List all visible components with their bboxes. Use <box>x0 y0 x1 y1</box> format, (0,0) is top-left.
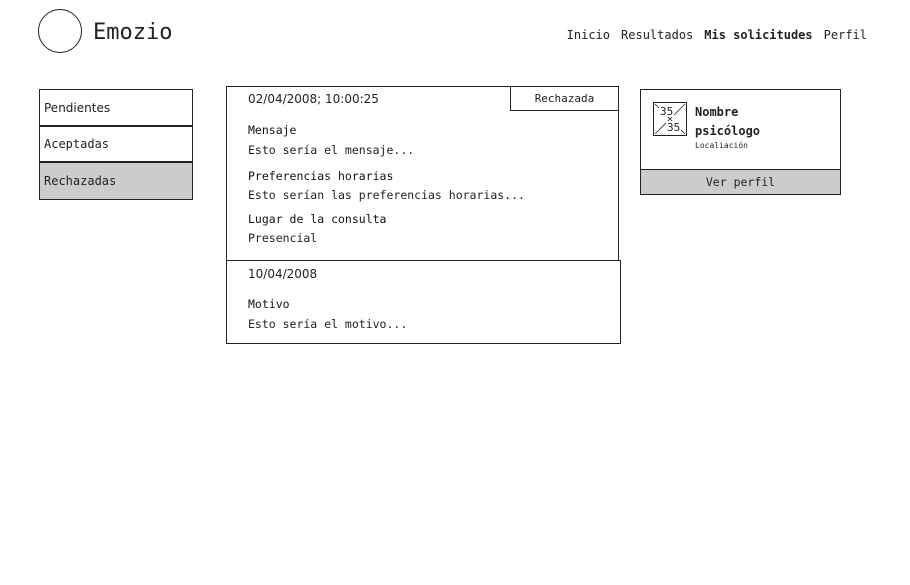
tab-aceptadas[interactable]: Aceptadas <box>39 126 193 162</box>
psychologist-location: Localiación <box>695 141 748 150</box>
tab-rechazadas[interactable]: Rechazadas <box>39 162 193 200</box>
response-date: 10/04/2008 <box>248 267 318 281</box>
psychologist-card: 35 35 Nombre psicólogo Localiación Ver p… <box>640 89 841 195</box>
brand-name[interactable]: Emozio <box>93 20 172 45</box>
name-line-2: psicólogo <box>695 124 761 138</box>
reason-label: Motivo <box>248 297 290 311</box>
preferences-label: Preferencias horarias <box>248 169 394 183</box>
top-navigation: Inicio Resultados Mis solicitudes Perfil <box>567 28 867 42</box>
view-profile-button[interactable]: Ver perfil <box>640 169 841 195</box>
logo-icon[interactable] <box>38 9 82 53</box>
nav-mis-solicitudes[interactable]: Mis solicitudes <box>704 28 812 42</box>
preferences-value: Esto serían las preferencias horarias... <box>248 188 525 202</box>
status-badge: Rechazada <box>510 86 619 111</box>
nav-inicio[interactable]: Inicio <box>567 28 610 42</box>
nav-perfil[interactable]: Perfil <box>824 28 867 42</box>
reason-value: Esto sería el motivo... <box>248 317 408 331</box>
name-line-1: Nombre <box>695 105 739 119</box>
psychologist-name: Nombre psicólogo <box>695 103 760 141</box>
request-date: 02/04/2008; 10:00:25 <box>248 92 379 106</box>
response-card: 10/04/2008 Motivo Esto sería el motivo..… <box>226 260 621 344</box>
message-label: Mensaje <box>248 123 297 137</box>
thumb-label-top: 35 <box>660 105 673 118</box>
nav-resultados[interactable]: Resultados <box>621 28 693 42</box>
location-label: Lugar de la consulta <box>248 212 387 226</box>
message-value: Esto sería el mensaje... <box>248 143 415 157</box>
tab-pendientes[interactable]: Pendientes <box>39 89 193 126</box>
thumb-label-bottom: 35 <box>667 121 680 134</box>
location-value: Presencial <box>248 231 318 245</box>
request-card: 02/04/2008; 10:00:25 Rechazada Mensaje E… <box>226 86 619 261</box>
profile-picture-icon: 35 35 <box>653 102 687 136</box>
